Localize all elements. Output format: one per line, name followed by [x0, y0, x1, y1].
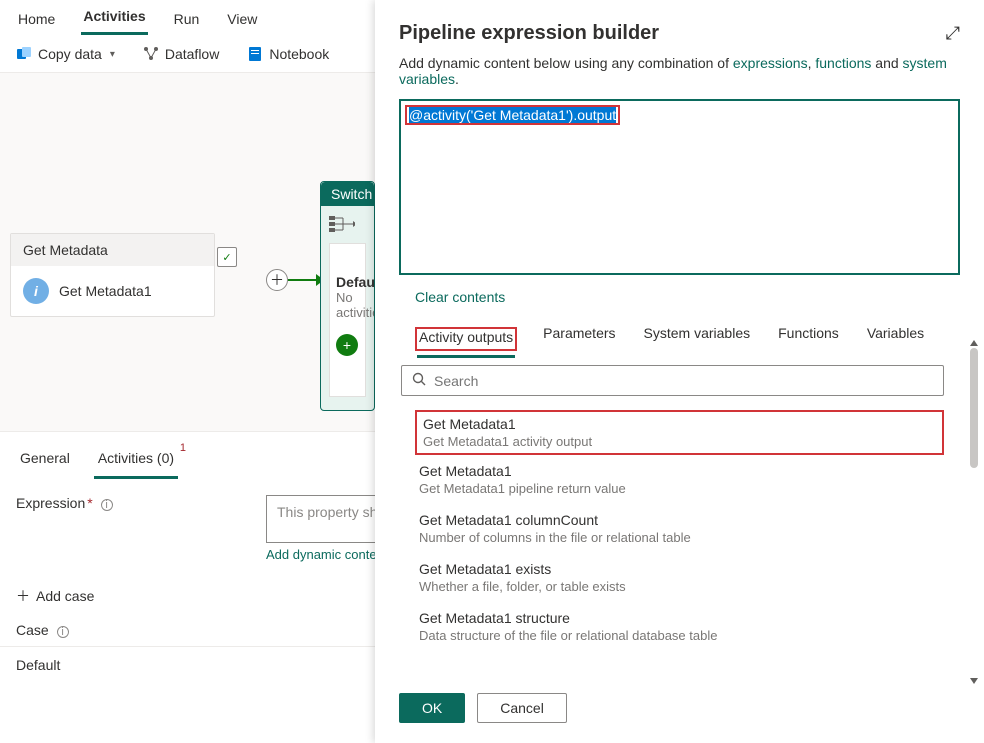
expand-icon[interactable]: ⤢ — [946, 23, 960, 44]
result-title: Get Metadata1 — [419, 463, 940, 479]
switch-default-case[interactable]: Default No activities + — [329, 243, 366, 397]
dataflow-label: Dataflow — [165, 46, 219, 62]
error-badge: 1 — [180, 442, 186, 454]
cat-tab-variables[interactable]: Variables — [865, 319, 926, 351]
result-subtitle: Data structure of the file or relational… — [419, 628, 940, 643]
copy-data-icon — [16, 46, 32, 62]
result-subtitle: Whether a file, folder, or table exists — [419, 579, 940, 594]
scroll-down-icon[interactable] — [970, 678, 978, 684]
result-title: Get Metadata1 — [423, 416, 936, 432]
expressions-link[interactable]: expressions — [733, 55, 808, 71]
plus-icon: ＋ — [16, 586, 30, 606]
tab-home[interactable]: Home — [16, 5, 57, 35]
copy-data-button[interactable]: Copy data ▾ — [16, 46, 115, 62]
result-subtitle: Number of columns in the file or relatio… — [419, 530, 940, 545]
add-case-label: Add case — [36, 588, 94, 604]
notebook-label: Notebook — [269, 46, 329, 62]
switch-header: Switch — [321, 182, 374, 206]
expression-editor[interactable]: @activity('Get Metadata1').output — [399, 99, 960, 275]
result-subtitle: Get Metadata1 pipeline return value — [419, 481, 940, 496]
cat-tab-system-variables[interactable]: System variables — [642, 319, 753, 351]
switch-activity-icon — [321, 214, 374, 237]
activity-outputs-highlight: Activity outputs — [415, 327, 517, 351]
panel-footer: OK Cancel — [375, 681, 984, 743]
expression-label: Expression* i — [16, 495, 246, 562]
tab-activities[interactable]: Activities — [81, 2, 147, 35]
result-title: Get Metadata1 exists — [419, 561, 940, 577]
results-list: Get Metadata1 Get Metadata1 activity out… — [375, 404, 984, 681]
result-item-4[interactable]: Get Metadata1 structure Data structure o… — [415, 602, 944, 651]
info-icon[interactable]: i — [101, 499, 113, 511]
connector-line — [288, 279, 318, 281]
success-check-icon: ✓ — [217, 247, 237, 267]
info-icon[interactable]: i — [57, 626, 69, 638]
tab-view[interactable]: View — [225, 5, 259, 35]
category-tabs: Activity outputs Parameters System varia… — [375, 319, 984, 351]
chevron-down-icon: ▾ — [110, 49, 115, 60]
scrollbar[interactable] — [970, 348, 978, 668]
search-input[interactable] — [434, 373, 933, 389]
result-item-1[interactable]: Get Metadata1 Get Metadata1 pipeline ret… — [415, 455, 944, 504]
info-icon: i — [23, 278, 49, 304]
node-header: Get Metadata — [11, 234, 214, 266]
result-subtitle: Get Metadata1 activity output — [423, 434, 936, 449]
result-item-2[interactable]: Get Metadata1 columnCount Number of colu… — [415, 504, 944, 553]
expression-builder-panel: Pipeline expression builder ⤢ Add dynami… — [375, 0, 984, 743]
copy-data-label: Copy data — [38, 46, 102, 62]
scroll-thumb[interactable] — [970, 348, 978, 468]
node-title: Get Metadata1 — [59, 283, 152, 299]
switch-node[interactable]: Switch Default No activities + — [320, 181, 375, 411]
config-tab-activities-label: Activities (0) — [98, 450, 174, 466]
search-icon — [412, 372, 426, 389]
cancel-button[interactable]: Cancel — [477, 693, 567, 723]
panel-description: Add dynamic content below using any comb… — [375, 55, 984, 95]
notebook-icon — [247, 46, 263, 62]
cat-tab-parameters[interactable]: Parameters — [541, 319, 617, 351]
config-tab-activities[interactable]: Activities (0) 1 — [94, 444, 178, 479]
functions-link[interactable]: functions — [815, 55, 871, 71]
add-node-button[interactable]: ＋ — [266, 269, 288, 291]
clear-contents-link[interactable]: Clear contents — [375, 283, 984, 319]
result-title: Get Metadata1 structure — [419, 610, 940, 626]
ok-button[interactable]: OK — [399, 693, 465, 723]
dataflow-icon — [143, 46, 159, 62]
result-item-0[interactable]: Get Metadata1 Get Metadata1 activity out… — [415, 410, 944, 455]
config-tab-general[interactable]: General — [16, 444, 74, 479]
result-item-3[interactable]: Get Metadata1 exists Whether a file, fol… — [415, 553, 944, 602]
get-metadata-node[interactable]: Get Metadata i Get Metadata1 — [10, 233, 215, 317]
notebook-button[interactable]: Notebook — [247, 46, 329, 62]
add-activity-icon[interactable]: + — [336, 334, 358, 356]
result-title: Get Metadata1 columnCount — [419, 512, 940, 528]
default-label: Default — [336, 274, 359, 290]
scroll-up-icon[interactable] — [970, 340, 978, 346]
tab-run[interactable]: Run — [172, 5, 202, 35]
cat-tab-functions[interactable]: Functions — [776, 319, 841, 351]
default-sublabel: No activities — [336, 290, 359, 320]
dataflow-button[interactable]: Dataflow — [143, 46, 219, 62]
panel-title: Pipeline expression builder — [399, 22, 659, 45]
search-input-wrapper[interactable] — [401, 365, 944, 396]
